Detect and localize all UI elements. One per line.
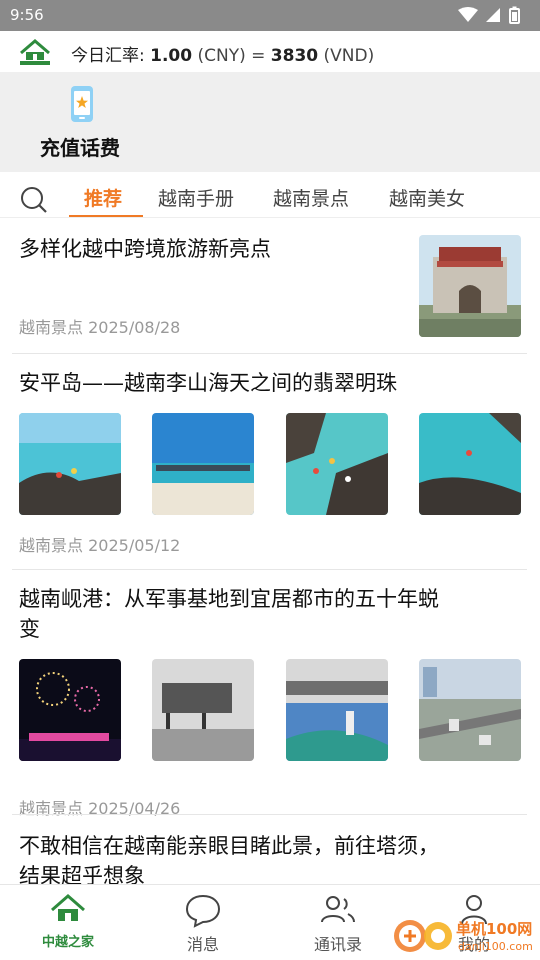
watermark-text: 单机100网	[456, 920, 532, 938]
phone-recharge-icon[interactable]	[70, 85, 94, 123]
article-date: 2025/05/12	[88, 536, 181, 555]
home-logo-icon	[51, 894, 85, 921]
nav-contacts[interactable]: 通讯录	[288, 885, 388, 960]
nav-contacts-label: 通讯录	[313, 935, 362, 954]
system-indicators-icon	[458, 6, 520, 24]
tab-vietnam-attractions[interactable]: 越南景点	[273, 184, 349, 211]
brand-logo-icon	[20, 39, 50, 65]
article-category: 越南景点	[19, 318, 84, 337]
rate-from-value: 1.00	[150, 46, 193, 66]
article-date: 2025/08/28	[88, 318, 181, 337]
nav-home[interactable]: 中越之家	[18, 885, 118, 960]
article-feed: 多样化越中跨境旅游新亮点 越南景点 2025/08/28 安平岛——越南李山海天…	[0, 218, 540, 884]
quick-actions-panel: 充值话费	[0, 72, 540, 172]
nav-home-label: 中越之家	[41, 935, 94, 950]
rate-to-unit: (VND)	[318, 46, 375, 66]
article-item[interactable]: 不敢相信在越南能亲眼目睹此景，前往塔须， 结果超乎想象	[0, 815, 540, 884]
watermark-subtext: danji100.com	[458, 940, 533, 953]
article-title[interactable]: 越南岘港：从军事基地到宜居都市的五十年蜕 变	[19, 584, 529, 644]
article-thumbnail[interactable]	[419, 413, 521, 515]
article-title[interactable]: 安平岛——越南李山海天之间的翡翠明珠	[19, 368, 529, 398]
chat-icon	[185, 894, 221, 928]
active-tab-indicator	[69, 215, 143, 217]
rate-to-value: 3830	[270, 46, 319, 66]
article-item[interactable]: 越南岘港：从军事基地到宜居都市的五十年蜕 变 越南景点 2025/04/26	[0, 570, 540, 818]
article-title-line: 越南岘港：从军事基地到宜居都市的五十年蜕	[19, 587, 439, 611]
exchange-rate-bar: 今日汇率: 1.00 (CNY) = 3830 (VND)	[0, 31, 540, 72]
article-thumbnail[interactable]	[19, 659, 121, 761]
article-title-line: 变	[19, 617, 40, 641]
article-thumbnail[interactable]	[19, 413, 121, 515]
exchange-rate-text: 今日汇率: 1.00 (CNY) = 3830 (VND)	[71, 41, 374, 66]
article-category: 越南景点	[19, 536, 84, 555]
nav-messages[interactable]: 消息	[153, 885, 253, 960]
recharge-phone-button[interactable]: 充值话费	[40, 132, 120, 161]
article-meta: 越南景点 2025/08/28	[19, 314, 180, 338]
rate-from-unit: (CNY) =	[192, 46, 271, 66]
article-thumbnail[interactable]	[286, 659, 388, 761]
article-thumbnail[interactable]	[419, 235, 521, 337]
article-thumbnail[interactable]	[286, 413, 388, 515]
article-title[interactable]: 多样化越中跨境旅游新亮点	[19, 234, 399, 264]
article-thumbnail[interactable]	[152, 413, 254, 515]
article-item[interactable]: 安平岛——越南李山海天之间的翡翠明珠 越南景点 2025/05/12	[0, 354, 540, 570]
article-meta: 越南景点 2025/05/12	[19, 532, 180, 556]
status-time: 9:56	[10, 6, 44, 24]
article-title-line: 不敢相信在越南能亲眼目睹此景，前往塔须，	[19, 834, 439, 858]
nav-messages-label: 消息	[186, 935, 219, 954]
article-item[interactable]: 多样化越中跨境旅游新亮点 越南景点 2025/08/28	[0, 218, 540, 354]
tab-vietnam-beauty[interactable]: 越南美女	[389, 184, 465, 211]
article-title-line: 结果超乎想象	[19, 864, 145, 884]
article-thumbnail[interactable]	[152, 659, 254, 761]
status-bar: 9:56	[0, 0, 540, 31]
search-icon[interactable]	[20, 186, 48, 214]
tab-recommended[interactable]: 推荐	[84, 184, 122, 211]
contacts-icon	[321, 896, 355, 923]
article-title[interactable]: 不敢相信在越南能亲眼目睹此景，前往塔须， 结果超乎想象	[19, 831, 529, 884]
watermark-logo-icon: 单机100网 danji100.com	[394, 920, 533, 953]
rate-prefix: 今日汇率:	[71, 46, 151, 66]
tab-vietnam-guide[interactable]: 越南手册	[158, 184, 234, 211]
category-tabs: 推荐 越南手册 越南景点 越南美女	[0, 172, 540, 218]
article-thumbnail[interactable]	[419, 659, 521, 761]
